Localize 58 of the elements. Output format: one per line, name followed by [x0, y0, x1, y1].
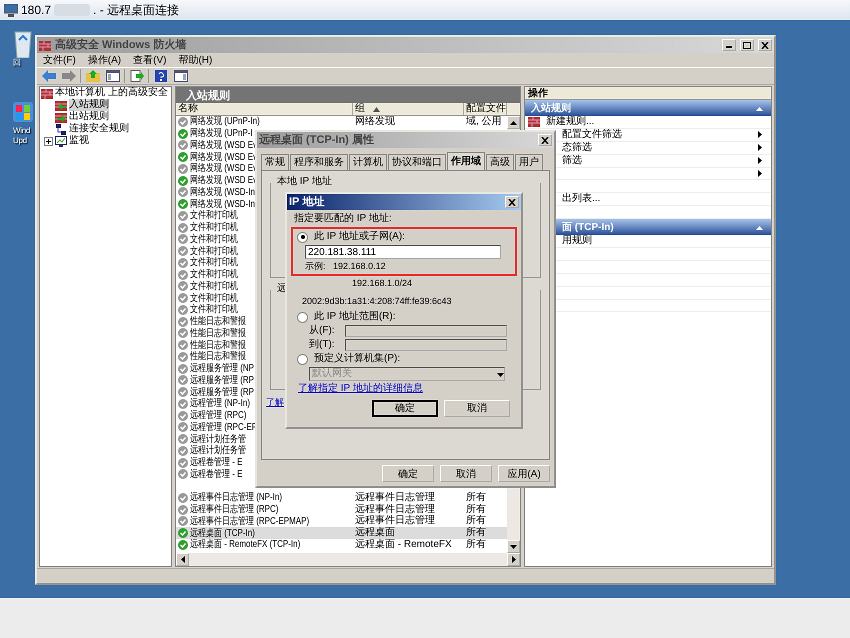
- example-text: 2002:9d3b:1a31:4:208:74ff:fe39:6c43: [301, 296, 452, 307]
- rule-name: 文件和打印机: [190, 257, 238, 268]
- rule-profile: 所有: [466, 515, 486, 526]
- rule-name: 网络发现 (WSD-In: [190, 198, 255, 210]
- rule-name: 网络发现 (WSD-In: [190, 186, 255, 198]
- rule-name: 远程卷管理 - E: [190, 457, 242, 468]
- prompt-text: 指定要匹配的 IP 地址:: [294, 213, 393, 225]
- rule-name: 网络发现 (UPnP-In): [190, 116, 260, 128]
- rule-profile: 所有: [466, 538, 486, 551]
- rule-name: 文件和打印机: [190, 234, 238, 245]
- rule-name: 性能日志和警报: [190, 316, 246, 328]
- rule-name: 远程服务管理 (RP: [190, 374, 254, 386]
- rule-name: 性能日志和警报: [190, 351, 246, 362]
- rule-group: 远程事件日志管理: [355, 515, 435, 528]
- rule-name: 文件和打印机: [190, 280, 238, 292]
- rule-name: 远程服务管理 (NP: [190, 363, 254, 374]
- rule-name: 远程管理 (RPC): [190, 410, 246, 422]
- field-label: 从(F):: [309, 325, 335, 337]
- pane-header: 操作: [525, 87, 771, 100]
- rule-group: 远程事件日志管理: [355, 492, 435, 504]
- rule-profile: 所有: [466, 527, 486, 538]
- rule-profile: 所有: [466, 504, 486, 515]
- rule-name: 文件和打印机: [190, 222, 238, 234]
- window-title: 高级安全 Windows 防火墙: [55, 39, 186, 51]
- field-label: 到(T):: [309, 339, 335, 351]
- dialog-title: 远程桌面 (TCP-In) 属性: [259, 134, 374, 146]
- rule-name: 文件和打印机: [190, 210, 238, 222]
- rule-profile: 域, 公用: [466, 116, 502, 128]
- dialog-title: IP 地址: [289, 196, 324, 208]
- rule-name: 远程事件日志管理 (RPC-EPMAP): [190, 516, 310, 527]
- example-text: 192.168.1.0/24: [351, 278, 414, 289]
- rule-group: 远程桌面 - RemoteFX: [355, 538, 452, 551]
- rule-name: 性能日志和警报: [190, 340, 246, 351]
- rule-name: 远程事件日志管理 (NP-In): [190, 492, 282, 504]
- rule-name: 远程计划任务管: [190, 434, 246, 445]
- rule-name: 远程计划任务管: [190, 445, 246, 456]
- rule-name: 文件和打印机: [190, 246, 238, 257]
- pane-header: 入站规则: [176, 87, 520, 103]
- rule-name: 远程桌面 - RemoteFX (TCP-In): [190, 539, 300, 550]
- rule-name: 远程服务管理 (RP: [190, 386, 254, 398]
- rule-name: 远程管理 (NP-In): [190, 398, 250, 410]
- rule-group: 远程事件日志管理: [355, 504, 435, 516]
- rule-name: 远程卷管理 - E: [190, 468, 242, 480]
- window-title: 180.7: [21, 4, 52, 16]
- rule-name: 远程桌面 (TCP-In): [190, 528, 255, 539]
- example-text: 示例: 192.168.0.12: [304, 261, 387, 272]
- rule-group: 远程桌面: [355, 527, 395, 540]
- rule-name: 性能日志和警报: [190, 328, 246, 339]
- group-label: 本地 IP 地址: [275, 176, 334, 188]
- rule-group: 网络发现: [355, 116, 395, 128]
- rule-name: 文件和打印机: [190, 304, 238, 316]
- rule-name: 远程管理 (RPC-EP: [190, 422, 258, 433]
- rule-profile: 所有: [466, 492, 486, 504]
- rule-name: 网络发现 (UPnP-I: [190, 128, 253, 140]
- rule-name: 远程事件日志管理 (RPC): [190, 504, 278, 516]
- window-title: . - 远程桌面连接: [93, 4, 180, 16]
- rule-name: 文件和打印机: [190, 269, 238, 280]
- rule-name: 文件和打印机: [190, 292, 238, 304]
